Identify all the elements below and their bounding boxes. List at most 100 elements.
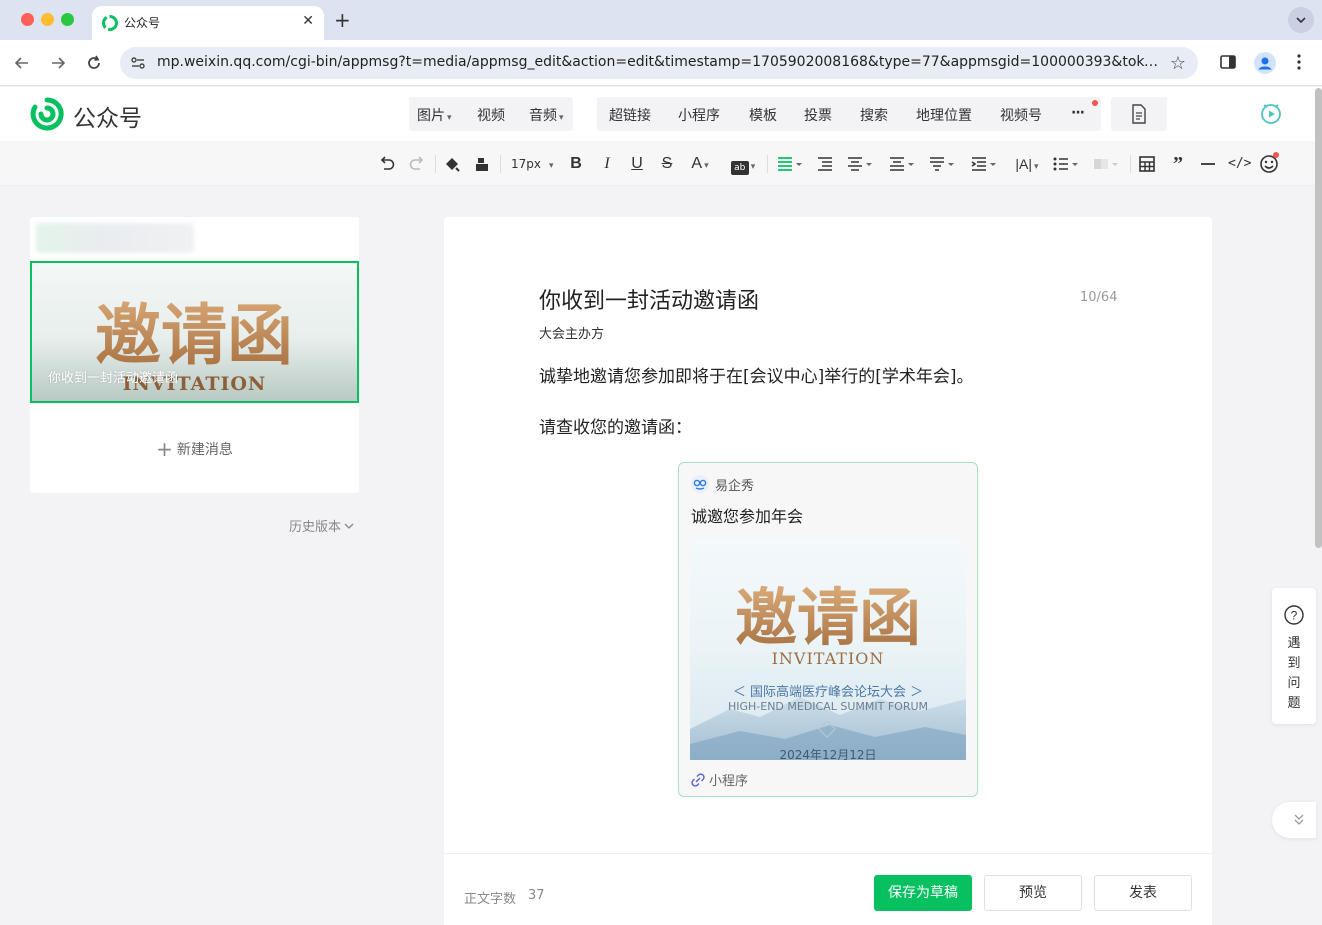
new-tab-button[interactable]: + xyxy=(334,8,351,32)
strikethrough-icon[interactable]: S xyxy=(659,153,675,175)
preview-button[interactable]: 预览 xyxy=(984,875,1082,911)
insert-image-label: 图片 xyxy=(417,108,445,124)
history-label: 历史版本 xyxy=(289,520,342,535)
video-helper-icon[interactable] xyxy=(1259,101,1283,125)
caret-down-icon: ▾ xyxy=(704,160,709,170)
toolbar-divider xyxy=(767,155,768,173)
insert-image-button[interactable]: 图片 ▾ xyxy=(417,105,452,125)
side-panel-icon[interactable] xyxy=(1219,53,1237,71)
miniprogram-card-title: 诚邀您参加年会 xyxy=(691,507,804,526)
thumb-title: 你收到一封活动邀请函 xyxy=(48,371,179,386)
caret-down-icon: ▾ xyxy=(1034,161,1039,171)
format-painter-icon[interactable] xyxy=(443,153,461,175)
maximize-window-button[interactable] xyxy=(61,13,74,26)
list-icon[interactable] xyxy=(1053,153,1083,175)
document-tool-button[interactable] xyxy=(1111,97,1167,131)
new-message-label: 新建消息 xyxy=(176,442,233,458)
font-color-icon[interactable]: A ▾ xyxy=(689,153,711,175)
redo-icon[interactable] xyxy=(408,153,426,175)
toolbar-divider xyxy=(500,155,501,173)
italic-icon[interactable]: I xyxy=(599,153,615,175)
insert-vote-button[interactable]: 投票 xyxy=(804,105,832,125)
browser-tab[interactable]: 公众号 ✕ xyxy=(92,6,324,40)
thumb-cn-title: 邀请函 xyxy=(95,296,293,374)
link-icon xyxy=(691,773,705,791)
clear-format-icon[interactable] xyxy=(474,153,492,175)
background-color-icon[interactable]: ab ▾ xyxy=(728,153,758,175)
word-count-value: 37 xyxy=(528,888,545,903)
caret-down-icon: ▾ xyxy=(559,113,564,123)
body-paragraph[interactable]: 诚挚地邀请您参加即将于在[会议中心]举行的[学术年会]。 xyxy=(539,362,974,387)
publish-button[interactable]: 发表 xyxy=(1094,875,1192,911)
bookmark-star-icon[interactable]: ☆ xyxy=(1170,53,1186,74)
insert-hyperlink-button[interactable]: 超链接 xyxy=(609,105,651,125)
justify-icon[interactable] xyxy=(847,153,877,175)
reload-button[interactable] xyxy=(84,53,104,73)
article-title-input[interactable]: 你收到一封活动邀请函 xyxy=(539,283,759,315)
new-message-button[interactable]: + 新建消息 xyxy=(30,437,359,461)
paragraph-spacing-icon[interactable] xyxy=(929,153,959,175)
wechat-official-logo-icon[interactable] xyxy=(30,97,64,131)
toolbar-divider xyxy=(435,155,436,173)
article-cover-thumbnail[interactable]: 邀请函 INVITATION 你收到一封活动邀请函 xyxy=(30,261,359,403)
bold-icon[interactable]: B xyxy=(568,153,584,175)
align-left-icon[interactable] xyxy=(777,153,807,175)
media-insert-group: 图片 ▾ 视频 音频 ▾ xyxy=(409,97,573,131)
back-button[interactable] xyxy=(12,53,32,73)
close-tab-icon[interactable]: ✕ xyxy=(302,13,314,29)
underline-icon[interactable]: U xyxy=(629,153,645,175)
help-float-button[interactable]: ? 遇到问题 xyxy=(1272,588,1316,724)
toolbar-divider xyxy=(1130,155,1131,173)
table-icon[interactable] xyxy=(1139,153,1157,175)
insert-audio-button[interactable]: 音频 ▾ xyxy=(529,105,564,125)
emoji-notification-dot xyxy=(1273,152,1279,158)
tab-title: 公众号 xyxy=(124,16,161,30)
more-insert-button[interactable]: ··· xyxy=(1071,105,1085,121)
miniprogram-card[interactable]: 易企秀 诚邀您参加年会 邀请函 INVITATION ＜ 国际高端医疗峰会论坛大… xyxy=(678,462,978,797)
quote-icon[interactable]: ” xyxy=(1169,153,1187,175)
poster-event-en: HIGH-END MEDICAL SUMMIT FORUM xyxy=(727,700,929,713)
save-draft-button[interactable]: 保存为草稿 xyxy=(874,875,972,911)
first-line-indent-icon[interactable] xyxy=(971,153,1001,175)
font-size-select[interactable]: 17px ▾ xyxy=(511,153,557,175)
font-size-value: 17px xyxy=(511,157,541,171)
insert-miniprogram-button[interactable]: 小程序 xyxy=(678,105,720,125)
double-chevron-down-icon xyxy=(1294,814,1304,825)
body-paragraph[interactable]: 请查收您的邀请函： xyxy=(539,413,692,438)
address-bar[interactable]: mp.weixin.qq.com/cgi-bin/appmsg?t=media/… xyxy=(120,47,1198,79)
insert-channels-button[interactable]: 视频号 xyxy=(1000,105,1042,125)
minimize-window-button[interactable] xyxy=(41,13,54,26)
divider-icon[interactable] xyxy=(1200,153,1218,175)
logo-text: 公众号 xyxy=(73,106,142,132)
code-icon[interactable]: </> xyxy=(1228,153,1251,175)
insert-location-button[interactable]: 地理位置 xyxy=(916,105,972,125)
arrow-right-icon xyxy=(52,57,66,69)
browser-menu-icon[interactable] xyxy=(1293,53,1305,71)
tab-search-button[interactable] xyxy=(1288,7,1314,33)
article-author-input[interactable]: 大会主办方 xyxy=(539,323,604,342)
scroll-bottom-button[interactable] xyxy=(1272,802,1316,838)
arrow-left-icon xyxy=(14,57,28,69)
close-window-button[interactable] xyxy=(21,13,34,26)
miniprogram-tag: 小程序 xyxy=(691,770,748,791)
question-icon: ? xyxy=(1284,605,1304,625)
forward-button[interactable] xyxy=(48,53,68,73)
insert-video-button[interactable]: 视频 xyxy=(477,105,505,125)
page-scrollbar[interactable] xyxy=(1315,88,1322,548)
insert-search-button[interactable]: 搜索 xyxy=(860,105,888,125)
line-height-icon[interactable] xyxy=(889,153,919,175)
history-versions-link[interactable]: 历史版本 xyxy=(289,516,354,535)
profile-avatar-icon[interactable] xyxy=(1254,52,1276,74)
ab-box: ab xyxy=(730,161,749,175)
insert-template-button[interactable]: 模板 xyxy=(749,105,777,125)
indent-icon[interactable] xyxy=(817,153,835,175)
word-count-label: 正文字数 xyxy=(464,892,517,907)
caret-down-icon: ▾ xyxy=(549,161,554,171)
letter-spacing-icon[interactable]: |A| ▾ xyxy=(1012,153,1042,175)
help-text: 遇到问题 xyxy=(1287,636,1301,711)
undo-icon[interactable] xyxy=(378,153,396,175)
insert-audio-label: 音频 xyxy=(529,108,557,124)
site-settings-icon[interactable] xyxy=(130,55,146,71)
article-list-panel: 邀请函 INVITATION 你收到一封活动邀请函 + 新建消息 xyxy=(30,217,359,493)
poster-date: 2024年12月12日 xyxy=(779,748,877,760)
